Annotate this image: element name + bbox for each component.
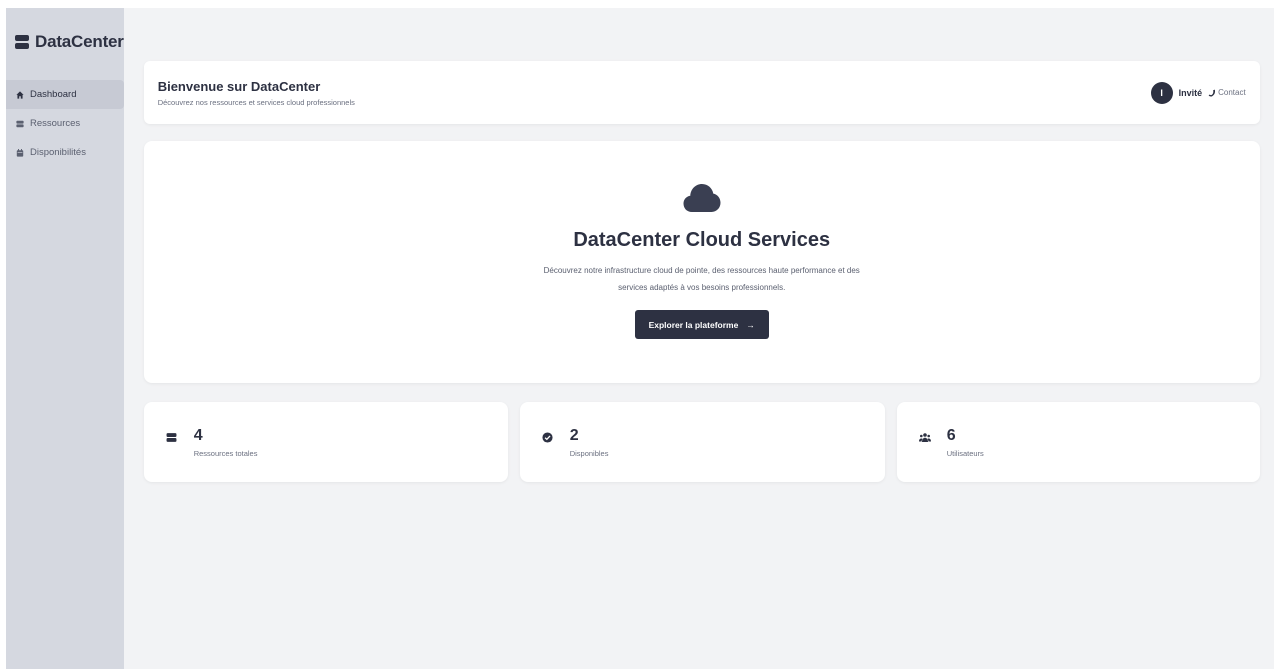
contact-label: Contact (1218, 88, 1246, 97)
cloud-icon (683, 184, 721, 212)
user-area: I Invité Contact (1150, 81, 1246, 104)
hero-title: DataCenter Cloud Services (573, 229, 831, 251)
stat-card-resources: 4 Ressources totales (143, 402, 508, 482)
stat-value: 4 (193, 426, 203, 444)
stat-card-available: 2 Disponibles (519, 402, 885, 482)
brand-name: DataCenter (35, 32, 124, 51)
users-icon (918, 431, 931, 443)
stat-label: Utilisateurs (946, 448, 984, 458)
stat-label: Disponibles (569, 448, 609, 458)
sidebar-item-label: Dashboard (30, 89, 77, 100)
server-icon (15, 35, 29, 49)
stats-row: 4 Ressources totales 2 Disponibles 6 Uti… (143, 402, 1260, 482)
welcome-text: Bienvenue sur DataCenter Découvrez nos r… (158, 79, 355, 107)
brand[interactable]: DataCenter (6, 30, 124, 54)
check-circle-icon (542, 431, 554, 443)
explore-platform-label: Explorer la plateforme (648, 319, 739, 330)
explore-platform-button[interactable]: Explorer la plateforme → (634, 310, 769, 339)
contact-link[interactable]: Contact (1208, 88, 1246, 97)
welcome-header: Bienvenue sur DataCenter Découvrez nos r… (143, 61, 1260, 124)
stat-label: Ressources totales (193, 448, 258, 458)
main-content: Bienvenue sur DataCenter Découvrez nos r… (123, 8, 1274, 669)
stat-value: 2 (569, 426, 579, 444)
stat-value: 6 (946, 426, 956, 444)
sidebar-item-ressources[interactable]: Ressources (6, 109, 124, 138)
user-name: Invité (1178, 87, 1203, 98)
calendar-icon (16, 148, 24, 157)
sidebar-item-disponibilites[interactable]: Disponibilités (6, 138, 124, 167)
server-icon (16, 120, 24, 128)
home-icon (16, 90, 24, 99)
arrow-right-icon: → (746, 319, 755, 330)
phone-icon (1208, 89, 1216, 96)
app-frame: DataCenter Dashboard Ressources Disponib… (6, 8, 1274, 669)
stat-text: 6 Utilisateurs (947, 427, 984, 458)
server-icon (166, 431, 178, 443)
stat-text: 4 Ressources totales (194, 427, 258, 458)
stat-card-users: 6 Utilisateurs (896, 402, 1260, 482)
sidebar-item-dashboard[interactable]: Dashboard (6, 80, 124, 109)
avatar[interactable]: I (1150, 81, 1173, 104)
stat-text: 2 Disponibles (570, 427, 609, 458)
sidebar-item-label: Ressources (30, 118, 81, 129)
sidebar: DataCenter Dashboard Ressources Disponib… (6, 8, 124, 669)
hero-card: DataCenter Cloud Services Découvrez notr… (143, 141, 1260, 383)
page-title: Bienvenue sur DataCenter (157, 78, 321, 94)
hero-description: Découvrez notre infrastructure cloud de … (543, 266, 860, 292)
sidebar-item-label: Disponibilités (30, 147, 86, 158)
sidebar-nav: Dashboard Ressources Disponibilités (6, 80, 124, 167)
page-subtitle: Découvrez nos ressources et services clo… (157, 97, 355, 107)
